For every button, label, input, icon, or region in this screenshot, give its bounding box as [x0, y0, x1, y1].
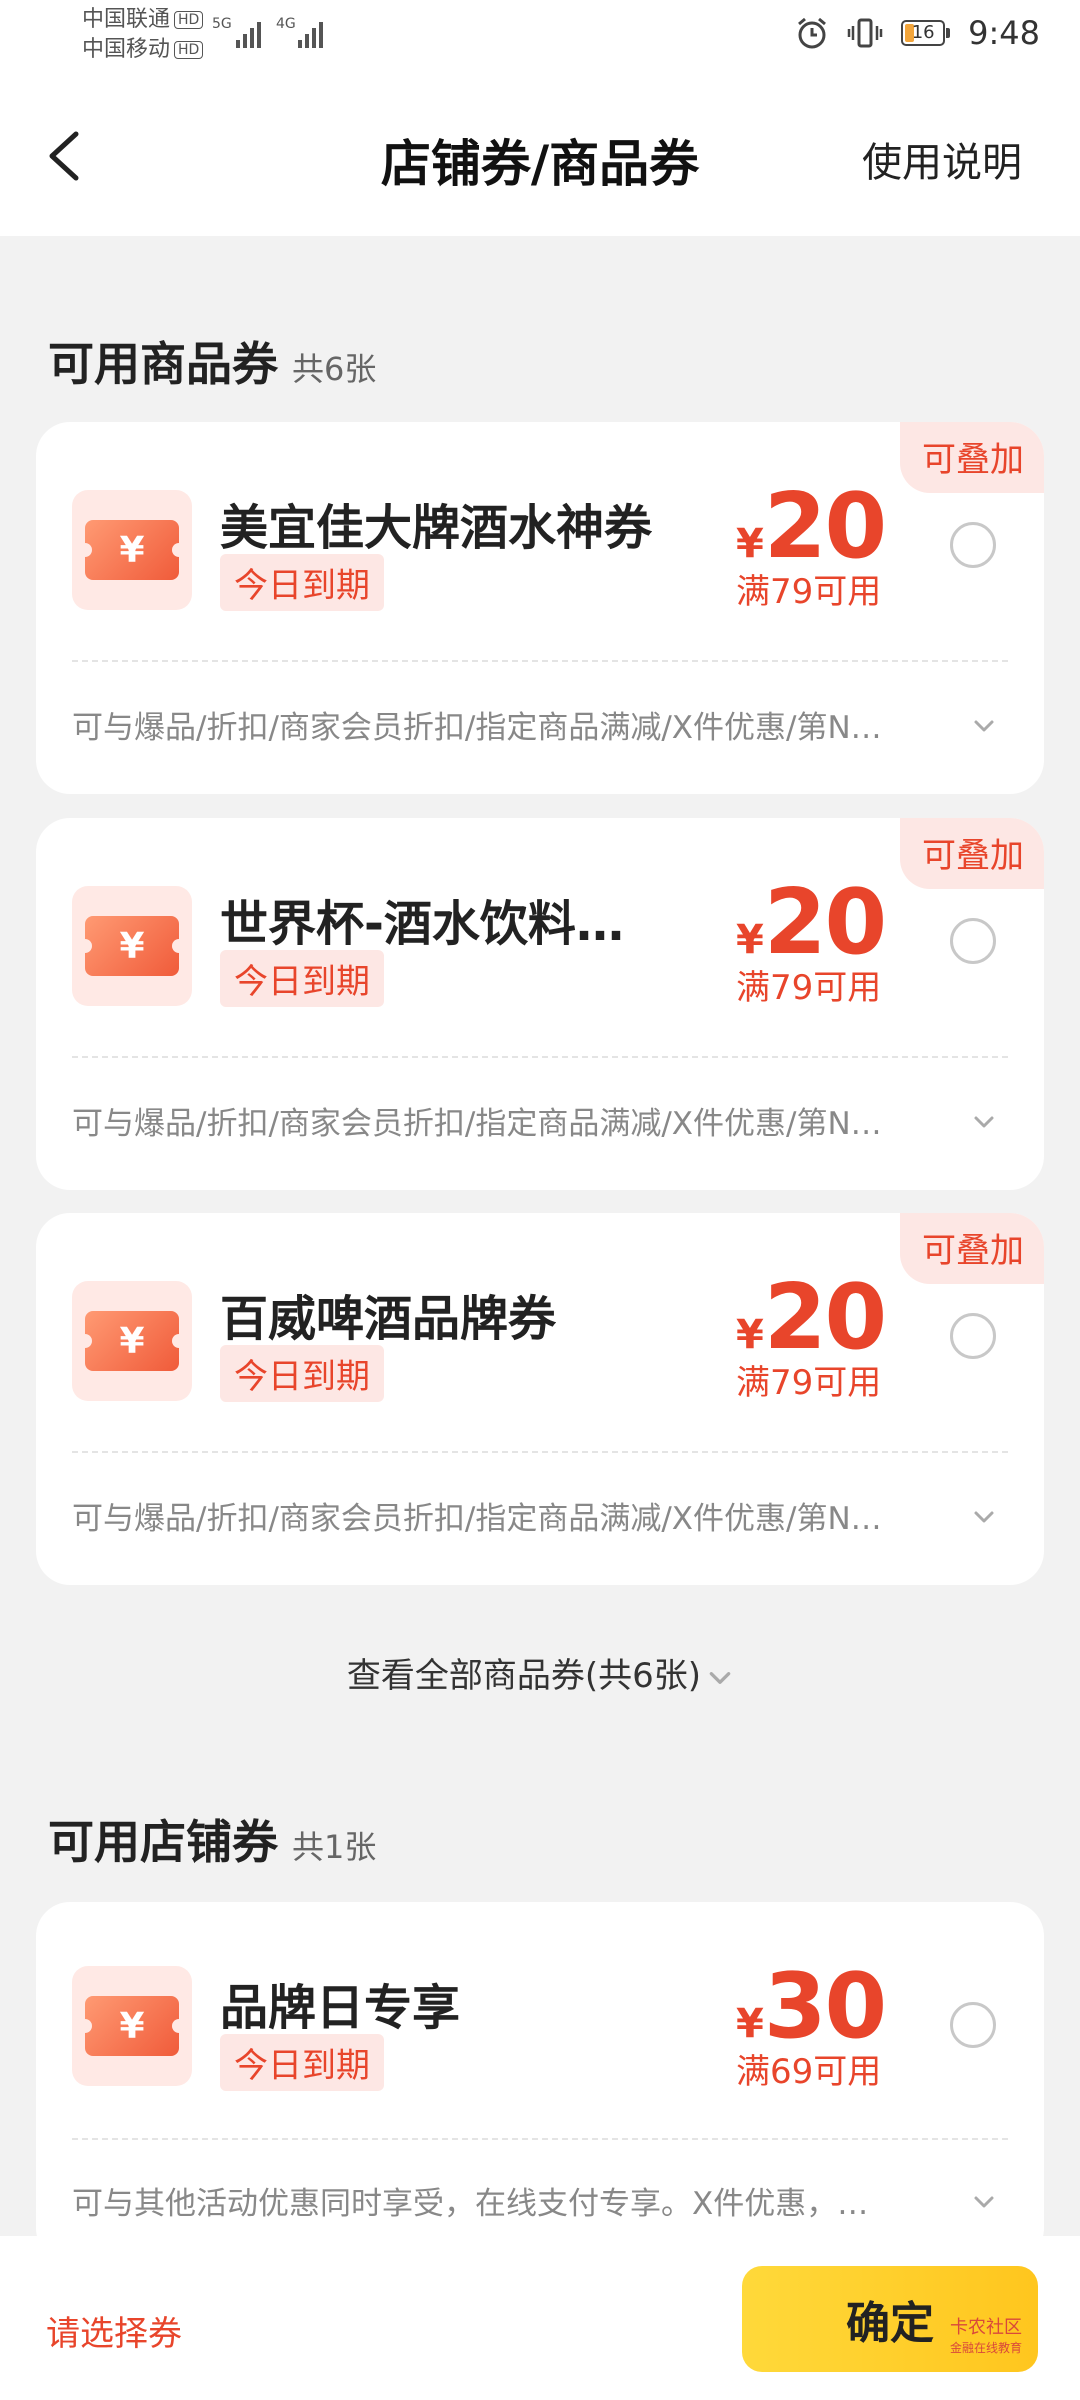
stackable-badge: 可叠加 [900, 818, 1044, 889]
coupon-name: 世界杯-酒水饮料食… [220, 896, 670, 952]
section-count: 共1张 [292, 1828, 377, 1866]
coupon-icon: ¥ [72, 886, 192, 1006]
select-radio[interactable] [950, 2002, 996, 2048]
section-count: 共6张 [292, 350, 377, 388]
choose-coupon-label: 请选择券 [46, 2314, 182, 2354]
expiry-badge: 今日到期 [220, 950, 384, 1007]
coupon-icon: ¥ [72, 490, 192, 610]
stackable-badge: 可叠加 [900, 422, 1044, 493]
coupon-description: 可与爆品/折扣/商家会员折扣/指定商品满减/X件优惠/第N… [72, 1501, 882, 1537]
expiry-badge: 今日到期 [220, 2034, 384, 2091]
coupon-card[interactable]: ¥ 品牌日专享 今日到期 ¥30 满69可用 可与其他活动优惠同时享受，在线支付… [36, 1902, 1044, 2262]
product-coupon-section-header: 可用商品券 共6张 [48, 328, 376, 394]
carrier-2: 中国移动 HD [82, 36, 204, 64]
coupon-name: 品牌日专享 [220, 1980, 461, 2036]
chevron-down-icon[interactable] [972, 1110, 996, 1134]
signal-icon [236, 18, 261, 48]
coupon-card[interactable]: 可叠加 ¥ 世界杯-酒水饮料食… 今日到期 ¥20 满79可用 可与爆品/折扣/… [36, 818, 1044, 1190]
coupon-condition: 满79可用 [736, 968, 882, 1008]
section-title: 可用店铺券 [48, 1815, 278, 1869]
confirm-button[interactable]: 确定 卡农社区 金融在线教育 [742, 2266, 1038, 2372]
select-radio[interactable] [950, 918, 996, 964]
hd-badge: HD [174, 11, 204, 29]
usage-instructions-link[interactable]: 使用说明 [862, 130, 1022, 188]
view-all-coupons-link[interactable]: 查看全部商品券(共6张) [0, 1648, 1080, 1697]
hd-badge: HD [174, 41, 204, 59]
section-title: 可用商品券 [48, 337, 278, 391]
coupon-condition: 满79可用 [736, 1363, 882, 1403]
store-coupon-section-header: 可用店铺券 共1张 [48, 1806, 376, 1872]
coupon-description: 可与爆品/折扣/商家会员折扣/指定商品满减/X件优惠/第N… [72, 1106, 882, 1142]
battery-icon: 16 [901, 20, 951, 46]
alarm-icon [798, 17, 827, 49]
network-5g-label: 5G [212, 16, 232, 32]
expiry-badge: 今日到期 [220, 1345, 384, 1402]
coupon-name: 美宜佳大牌酒水神券 [220, 500, 653, 556]
divider [72, 2138, 1008, 2140]
coupon-name: 百威啤酒品牌券 [220, 1291, 557, 1347]
select-radio[interactable] [950, 522, 996, 568]
expiry-badge: 今日到期 [220, 554, 384, 611]
select-radio[interactable] [950, 1313, 996, 1359]
coupon-condition: 满79可用 [736, 572, 882, 612]
coupon-description: 可与其他活动优惠同时享受，在线支付专享。X件优惠，… [72, 2186, 869, 2222]
coupon-condition: 满69可用 [736, 2052, 882, 2092]
chevron-down-icon[interactable] [972, 714, 996, 738]
coupon-icon: ¥ [72, 1966, 192, 2086]
coupon-icon: ¥ [72, 1281, 192, 1401]
stackable-badge: 可叠加 [900, 1213, 1044, 1284]
divider [72, 660, 1008, 662]
chevron-down-icon[interactable] [972, 1505, 996, 1529]
nav-bar: 店铺券/商品券 使用说明 [0, 80, 1080, 236]
chevron-down-icon [709, 1671, 731, 1684]
status-bar: 中国联通 HD 中国移动 HD 5G 4G 16 9:48 [0, 0, 1080, 80]
chevron-down-icon[interactable] [972, 2190, 996, 2214]
coupon-description: 可与爆品/折扣/商家会员折扣/指定商品满减/X件优惠/第N… [72, 710, 882, 746]
divider [72, 1056, 1008, 1058]
divider [72, 1451, 1008, 1453]
coupon-card[interactable]: 可叠加 ¥ 美宜佳大牌酒水神券 今日到期 ¥20 满79可用 可与爆品/折扣/商… [36, 422, 1044, 794]
bottom-bar: 请选择券 确定 卡农社区 金融在线教育 [0, 2236, 1080, 2400]
watermark: 卡农社区 金融在线教育 [949, 2317, 1022, 2356]
signal-icon [298, 18, 323, 48]
coupon-card[interactable]: 可叠加 ¥ 百威啤酒品牌券 今日到期 ¥20 满79可用 可与爆品/折扣/商家会… [36, 1213, 1044, 1585]
carrier-1: 中国联通 HD [82, 6, 204, 34]
clock: 9:48 [968, 14, 1040, 52]
vibrate-icon [847, 18, 883, 48]
network-4g-label: 4G [276, 16, 296, 32]
